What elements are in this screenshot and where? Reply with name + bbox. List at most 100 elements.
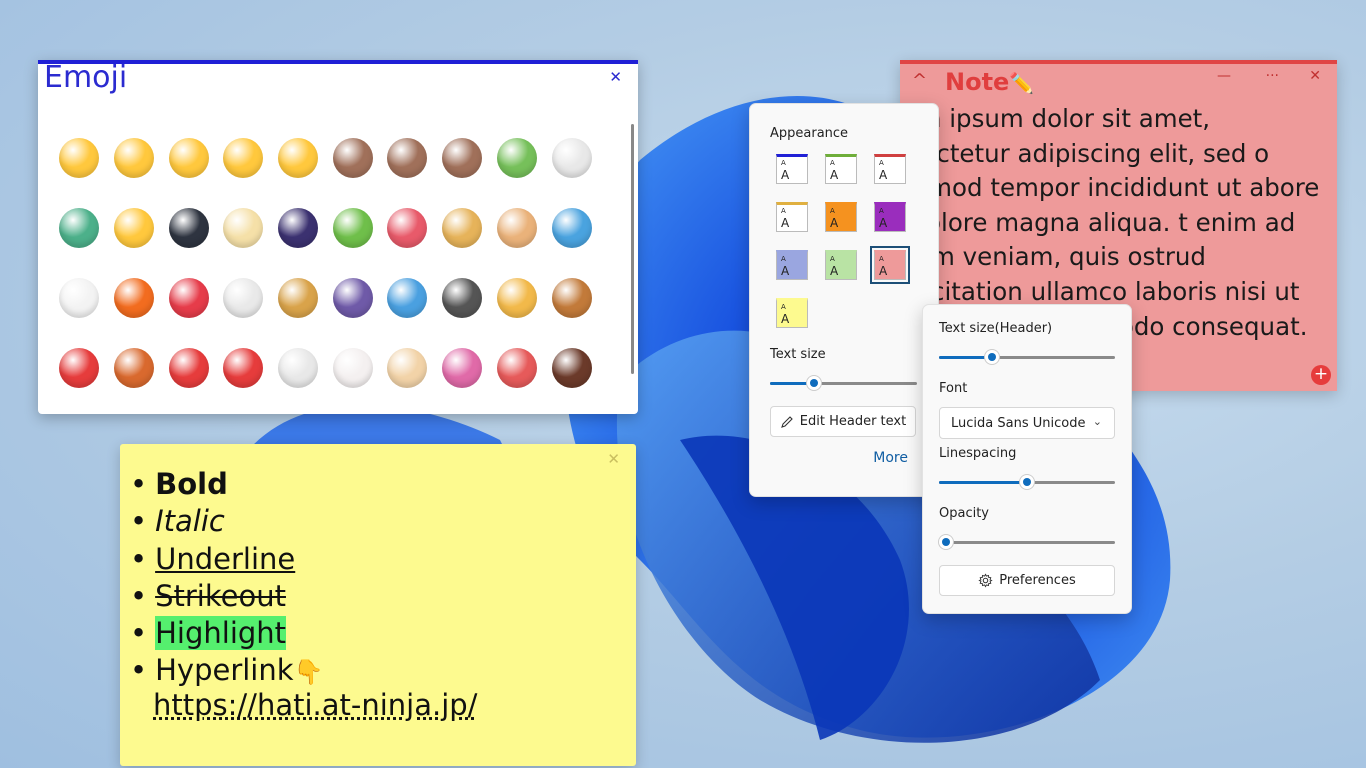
- emoji-cell[interactable]: [544, 278, 599, 348]
- emoji-cell[interactable]: [107, 348, 162, 418]
- birthday-cake-icon: [387, 348, 428, 388]
- color-swatch[interactable]: AA: [776, 154, 808, 184]
- emoji-cell[interactable]: [490, 278, 545, 348]
- emoji-cell[interactable]: [271, 138, 326, 208]
- emoji-cell[interactable]: [544, 208, 599, 278]
- opacity-slider[interactable]: [939, 535, 1115, 549]
- hamburger-icon: [551, 278, 592, 318]
- minimize-button[interactable]: —: [1217, 68, 1231, 84]
- emoji-cell[interactable]: [52, 208, 107, 278]
- emoji-cell[interactable]: [216, 208, 271, 278]
- emoji-window-close-button[interactable]: ✕: [609, 68, 622, 86]
- emoji-cell[interactable]: [161, 208, 216, 278]
- emoji-cell[interactable]: [271, 208, 326, 278]
- emoji-cell[interactable]: [490, 208, 545, 278]
- emoji-cell[interactable]: [325, 208, 380, 278]
- note-header[interactable]: Note✏️: [945, 68, 1034, 96]
- color-swatch[interactable]: AA: [874, 202, 906, 232]
- color-swatch[interactable]: AA: [874, 154, 906, 184]
- hear-no-evil-monkey-icon: [387, 138, 428, 178]
- font-select[interactable]: Lucida Sans Unicode ⌄: [939, 407, 1115, 439]
- fountain-pen-icon: [442, 278, 483, 318]
- linespacing-label: Linespacing: [939, 446, 1017, 461]
- appearance-heading: Appearance: [770, 126, 849, 141]
- frog-icon: [496, 138, 537, 178]
- yellow-sticky-note[interactable]: ✕ Bold Italic Underline Strikeout Highli…: [120, 444, 636, 766]
- edit-header-text-label: Edit Header text: [799, 414, 907, 429]
- text-size-label: Text size: [770, 347, 826, 362]
- emoji-cell[interactable]: [52, 138, 107, 208]
- header-text-size-slider[interactable]: [939, 350, 1115, 364]
- swatch-sample-large: A: [879, 264, 888, 278]
- emoji-cell[interactable]: [380, 138, 435, 208]
- emoji-cell[interactable]: [380, 348, 435, 418]
- emoji-cell[interactable]: [271, 278, 326, 348]
- color-swatch[interactable]: AA: [825, 202, 857, 232]
- swatch-sample-large: A: [879, 168, 888, 182]
- emoji-cell[interactable]: [435, 208, 490, 278]
- slider-thumb[interactable]: [984, 350, 999, 364]
- list-item: Highlight: [130, 615, 323, 652]
- emoji-cell[interactable]: [380, 208, 435, 278]
- more-options-button[interactable]: ···: [1266, 68, 1279, 84]
- emoji-cell[interactable]: [216, 348, 271, 418]
- emoji-cell[interactable]: [52, 348, 107, 418]
- edit-header-text-button[interactable]: Edit Header text: [770, 406, 916, 437]
- emoji-cell[interactable]: [107, 138, 162, 208]
- color-swatch[interactable]: AA: [825, 154, 857, 184]
- emoji-cell[interactable]: [435, 278, 490, 348]
- musical-notes-icon: [332, 278, 373, 318]
- emoji-cell[interactable]: [544, 348, 599, 418]
- collapse-chevron-icon[interactable]: ^: [912, 70, 927, 91]
- linespacing-slider[interactable]: [939, 475, 1115, 489]
- emoji-window: Emoji ✕: [38, 60, 638, 414]
- color-swatch[interactable]: AA: [776, 250, 808, 280]
- rooster-icon: [551, 138, 592, 178]
- slider-thumb[interactable]: [939, 535, 953, 549]
- color-swatch[interactable]: AA: [870, 246, 910, 284]
- swatch-sample-small: A: [781, 207, 786, 215]
- carp-streamer-icon: [387, 208, 428, 248]
- emoji-cell[interactable]: [216, 278, 271, 348]
- magnifying-glass-icon: [387, 278, 428, 318]
- underline-text: Underline: [155, 541, 296, 576]
- color-swatch[interactable]: AA: [776, 202, 808, 232]
- emoji-cell[interactable]: [325, 348, 380, 418]
- emoji-cell[interactable]: [107, 278, 162, 348]
- emoji-cell[interactable]: [490, 348, 545, 418]
- font-label: Font: [939, 381, 968, 396]
- emoji-cell[interactable]: [435, 138, 490, 208]
- red-note-close-button[interactable]: ✕: [1309, 68, 1321, 84]
- slider-thumb[interactable]: [807, 376, 822, 390]
- preferences-button[interactable]: Preferences: [939, 565, 1115, 596]
- emoji-cell[interactable]: [380, 278, 435, 348]
- fireworks-icon: [278, 208, 319, 248]
- emoji-cell[interactable]: [216, 138, 271, 208]
- italic-text: Italic: [155, 504, 225, 539]
- emoji-cell[interactable]: [325, 138, 380, 208]
- add-note-button[interactable]: +: [1311, 365, 1331, 385]
- slider-thumb[interactable]: [1020, 475, 1034, 489]
- color-swatch[interactable]: AA: [825, 250, 857, 280]
- hyperlink[interactable]: https://hati.at-ninja.jp/: [130, 687, 477, 724]
- emoji-cell[interactable]: [107, 208, 162, 278]
- emoji-cell[interactable]: [271, 348, 326, 418]
- emoji-cell[interactable]: [325, 278, 380, 348]
- basketball-icon: [114, 278, 155, 318]
- more-link[interactable]: More: [873, 450, 908, 466]
- emoji-cell[interactable]: [544, 138, 599, 208]
- emoji-cell[interactable]: [161, 138, 216, 208]
- swatch-sample-large: A: [781, 312, 790, 326]
- swatch-sample-small: A: [781, 303, 786, 311]
- chick-icon: [114, 208, 155, 248]
- emoji-cell[interactable]: [161, 278, 216, 348]
- color-swatch[interactable]: AA: [776, 298, 808, 328]
- text-size-slider[interactable]: [770, 376, 917, 390]
- emoji-cell[interactable]: [52, 278, 107, 348]
- beaming-face-icon: [114, 138, 155, 178]
- emoji-cell[interactable]: [435, 348, 490, 418]
- emoji-cell[interactable]: [490, 138, 545, 208]
- yellow-note-close-button[interactable]: ✕: [607, 450, 620, 468]
- emoji-cell[interactable]: [161, 348, 216, 418]
- emoji-scrollbar[interactable]: [631, 124, 634, 374]
